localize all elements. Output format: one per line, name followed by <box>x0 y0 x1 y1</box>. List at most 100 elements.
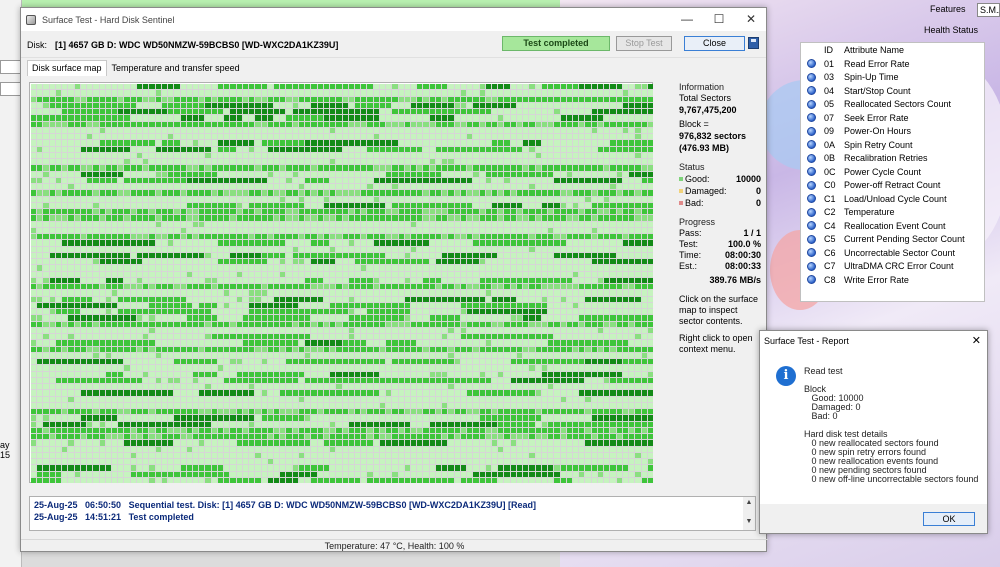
surface-block[interactable] <box>523 296 529 302</box>
surface-block[interactable] <box>573 334 579 340</box>
surface-block[interactable] <box>485 359 492 365</box>
surface-block[interactable] <box>249 190 255 196</box>
surface-block[interactable] <box>516 240 523 246</box>
surface-block[interactable] <box>143 202 149 208</box>
surface-block[interactable] <box>647 190 653 196</box>
surface-block[interactable] <box>273 109 280 115</box>
surface-block[interactable] <box>535 215 541 221</box>
surface-block[interactable] <box>386 165 392 171</box>
surface-block[interactable] <box>566 259 572 265</box>
surface-block[interactable] <box>554 377 560 383</box>
smart-row[interactable]: C1 Load/Unload Cycle Count <box>801 192 984 206</box>
surface-block[interactable] <box>616 152 622 158</box>
surface-block[interactable] <box>130 234 136 240</box>
surface-block[interactable] <box>249 121 255 127</box>
surface-block[interactable] <box>354 352 361 358</box>
surface-block[interactable] <box>610 340 616 346</box>
surface-block[interactable] <box>111 371 118 377</box>
surface-block[interactable] <box>398 184 404 190</box>
surface-block[interactable] <box>305 140 311 146</box>
surface-block[interactable] <box>155 321 161 327</box>
surface-block[interactable] <box>143 346 149 352</box>
surface-block[interactable] <box>80 315 87 321</box>
surface-block[interactable] <box>629 284 635 290</box>
surface-block[interactable] <box>124 115 130 121</box>
surface-block[interactable] <box>186 259 192 265</box>
surface-block[interactable] <box>448 177 454 183</box>
surface-block[interactable] <box>404 384 411 390</box>
surface-block[interactable] <box>386 277 392 283</box>
surface-block[interactable] <box>560 240 566 246</box>
surface-block[interactable] <box>492 371 498 377</box>
surface-block[interactable] <box>504 340 510 346</box>
surface-block[interactable] <box>99 159 105 165</box>
surface-block[interactable] <box>492 246 498 252</box>
surface-block[interactable] <box>373 321 379 327</box>
surface-block[interactable] <box>118 159 124 165</box>
surface-block[interactable] <box>161 309 168 315</box>
surface-block[interactable] <box>641 234 647 240</box>
surface-block[interactable] <box>504 109 510 115</box>
surface-block[interactable] <box>467 109 473 115</box>
surface-block[interactable] <box>280 321 286 327</box>
surface-block[interactable] <box>336 259 342 265</box>
surface-block[interactable] <box>361 246 367 252</box>
surface-block[interactable] <box>629 259 635 265</box>
surface-block[interactable] <box>199 140 205 146</box>
surface-block[interactable] <box>560 234 566 240</box>
surface-block[interactable] <box>186 252 192 258</box>
surface-block[interactable] <box>87 334 93 340</box>
surface-block[interactable] <box>429 296 435 302</box>
surface-block[interactable] <box>548 184 554 190</box>
surface-block[interactable] <box>205 277 211 283</box>
surface-block[interactable] <box>373 377 379 383</box>
surface-block[interactable] <box>604 165 610 171</box>
surface-block[interactable] <box>242 252 249 258</box>
surface-block[interactable] <box>467 177 473 183</box>
surface-block[interactable] <box>336 227 342 233</box>
surface-block[interactable] <box>31 377 37 383</box>
surface-block[interactable] <box>174 302 180 308</box>
surface-block[interactable] <box>224 327 230 333</box>
surface-block[interactable] <box>348 121 354 127</box>
surface-block[interactable] <box>255 109 261 115</box>
surface-block[interactable] <box>647 265 653 271</box>
surface-block[interactable] <box>616 290 622 296</box>
surface-block[interactable] <box>367 284 373 290</box>
surface-block[interactable] <box>242 152 249 158</box>
surface-block[interactable] <box>467 84 473 90</box>
surface-block[interactable] <box>386 121 392 127</box>
surface-block[interactable] <box>454 259 460 265</box>
surface-block[interactable] <box>43 171 49 177</box>
surface-block[interactable] <box>174 296 180 302</box>
surface-block[interactable] <box>124 371 130 377</box>
surface-block[interactable] <box>629 340 635 346</box>
surface-block[interactable] <box>168 227 174 233</box>
surface-block[interactable] <box>261 302 267 308</box>
surface-block[interactable] <box>280 384 286 390</box>
surface-block[interactable] <box>442 102 448 108</box>
surface-block[interactable] <box>292 252 298 258</box>
surface-block[interactable] <box>342 352 348 358</box>
surface-block[interactable] <box>124 140 130 146</box>
surface-block[interactable] <box>548 321 554 327</box>
surface-block[interactable] <box>118 221 124 227</box>
surface-block[interactable] <box>510 171 516 177</box>
surface-block[interactable] <box>379 277 386 283</box>
surface-block[interactable] <box>610 134 616 140</box>
surface-block[interactable] <box>87 315 93 321</box>
surface-block[interactable] <box>267 221 273 227</box>
surface-block[interactable] <box>423 171 429 177</box>
surface-block[interactable] <box>373 184 379 190</box>
surface-block[interactable] <box>298 196 305 202</box>
surface-block[interactable] <box>62 221 68 227</box>
surface-block[interactable] <box>379 146 386 152</box>
surface-block[interactable] <box>80 346 87 352</box>
surface-block[interactable] <box>99 127 105 133</box>
surface-block[interactable] <box>267 152 273 158</box>
surface-block[interactable] <box>93 184 99 190</box>
surface-block[interactable] <box>224 90 230 96</box>
surface-block[interactable] <box>386 252 392 258</box>
surface-block[interactable] <box>267 190 273 196</box>
surface-block[interactable] <box>585 296 591 302</box>
